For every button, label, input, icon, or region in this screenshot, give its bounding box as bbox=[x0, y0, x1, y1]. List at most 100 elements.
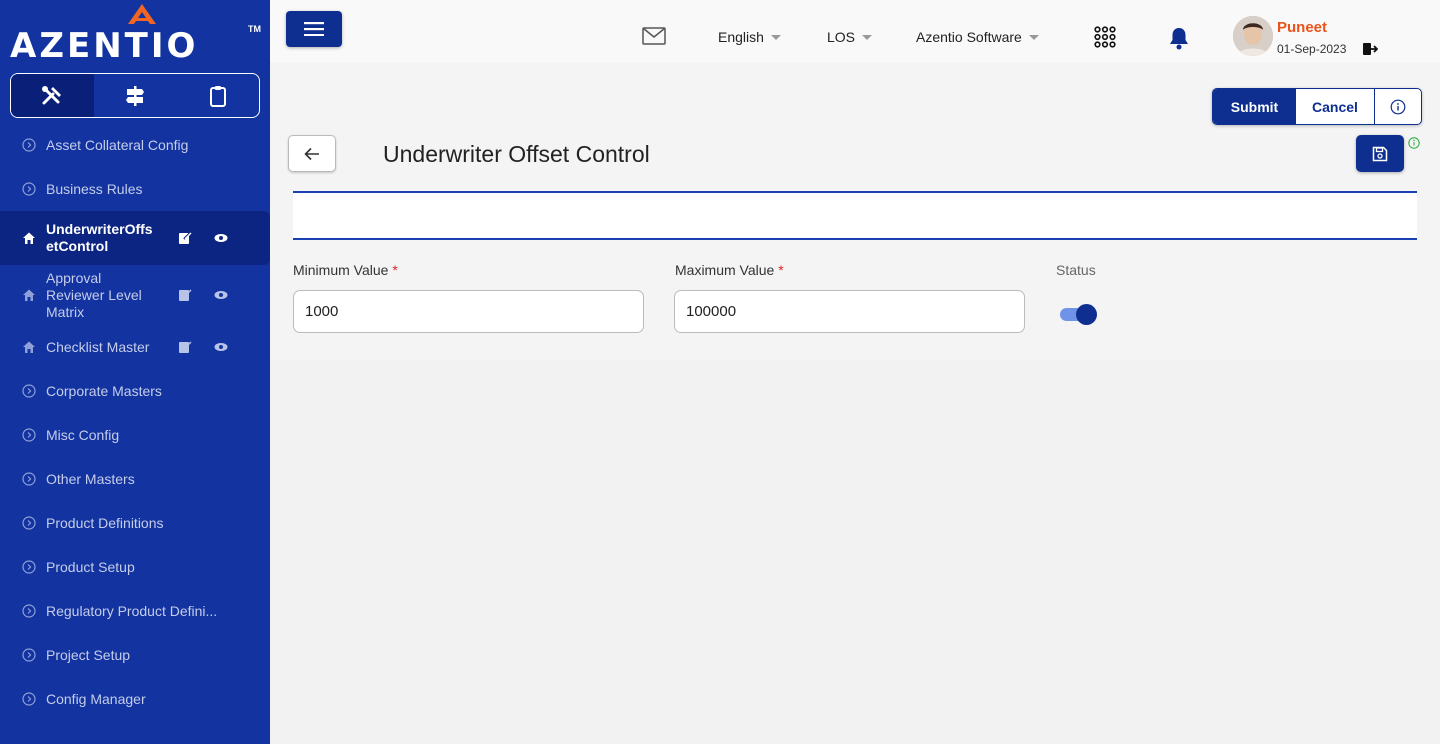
info-icon bbox=[1390, 99, 1406, 114]
chevron-circle-icon bbox=[22, 472, 36, 486]
minimum-value-label-text: Minimum Value bbox=[293, 262, 389, 278]
chevron-circle-icon bbox=[22, 182, 36, 196]
avatar[interactable] bbox=[1233, 16, 1273, 56]
tab-signpost[interactable] bbox=[94, 74, 177, 117]
maximum-value-label: Maximum Value * bbox=[675, 262, 784, 278]
brand-tm: TM bbox=[248, 24, 261, 34]
menu-toggle-button[interactable] bbox=[286, 11, 342, 47]
sidebar-item-label: Asset Collateral Config bbox=[46, 136, 189, 153]
sidebar-item-corporate-masters[interactable]: Corporate Masters bbox=[0, 369, 270, 413]
module-value: LOS bbox=[827, 29, 856, 45]
clipboard-icon bbox=[209, 85, 226, 107]
chevron-circle-icon bbox=[22, 516, 36, 530]
back-button[interactable] bbox=[288, 135, 336, 172]
view-icon[interactable] bbox=[214, 340, 228, 354]
top-header: English LOS Azentio Software Puneet 01-S… bbox=[270, 0, 1440, 62]
sidebar-item-misc-config[interactable]: Misc Config bbox=[0, 413, 270, 457]
chevron-circle-icon bbox=[22, 138, 36, 152]
edit-icon[interactable] bbox=[178, 340, 192, 354]
sidebar-item-other-masters[interactable]: Other Masters bbox=[0, 457, 270, 501]
save-button[interactable] bbox=[1356, 135, 1404, 172]
chevron-circle-icon bbox=[22, 560, 36, 574]
save-icon bbox=[1372, 146, 1388, 161]
sidebar-item-label: Project Setup bbox=[46, 646, 131, 663]
chevron-circle-icon bbox=[22, 384, 36, 398]
info-icon[interactable] bbox=[1408, 137, 1420, 149]
item-actions bbox=[178, 340, 228, 354]
sidebar-item-label: Product Setup bbox=[46, 558, 135, 575]
minimum-value-label: Minimum Value * bbox=[293, 262, 398, 278]
chevron-circle-icon bbox=[22, 604, 36, 618]
sidebar-item-label: Product Definitions bbox=[46, 514, 164, 531]
sidebar-item-config-manager[interactable]: Config Manager bbox=[0, 677, 270, 721]
sidebar-item-label: Misc Config bbox=[46, 426, 120, 443]
edit-icon[interactable] bbox=[178, 288, 192, 302]
required-mark: * bbox=[778, 262, 784, 278]
module-dropdown[interactable]: LOS bbox=[827, 29, 873, 45]
sidebar-mode-tabs bbox=[10, 73, 260, 118]
sidebar-nav: Asset Collateral Config Business Rules U… bbox=[0, 123, 270, 721]
sidebar-item-product-setup[interactable]: Product Setup bbox=[0, 545, 270, 589]
form-action-group: Submit Cancel bbox=[1212, 88, 1422, 125]
tab-clipboard[interactable] bbox=[176, 74, 259, 117]
sidebar-item-underwriter-offset-control[interactable]: UnderwriterOffsetControl bbox=[0, 211, 270, 265]
view-icon[interactable] bbox=[214, 231, 228, 245]
sidebar-item-label: Corporate Masters bbox=[46, 382, 162, 399]
logout-icon[interactable] bbox=[1362, 41, 1378, 57]
sidebar-item-label: Regulatory Product Defini... bbox=[46, 602, 218, 619]
sidebar-item-project-setup[interactable]: Project Setup bbox=[0, 633, 270, 677]
sidebar-item-business-rules[interactable]: Business Rules bbox=[0, 167, 270, 211]
chevron-circle-icon bbox=[22, 692, 36, 706]
user-photo-icon bbox=[1233, 16, 1273, 56]
language-dropdown[interactable]: English bbox=[718, 29, 781, 45]
language-value: English bbox=[718, 29, 764, 45]
tab-tools[interactable] bbox=[11, 74, 94, 117]
sidebar-item-regulatory-product-definitions[interactable]: Regulatory Product Defini... bbox=[0, 589, 270, 633]
tools-icon bbox=[42, 85, 62, 104]
page-title: Underwriter Offset Control bbox=[383, 141, 650, 167]
sidebar-item-label: Business Rules bbox=[46, 180, 143, 197]
section-tab-strip bbox=[293, 191, 1417, 240]
arrow-left-icon bbox=[304, 147, 319, 160]
azentio-logo: AZENTIO TM bbox=[10, 4, 265, 66]
chevron-circle-icon bbox=[22, 428, 36, 442]
home-icon bbox=[22, 231, 36, 245]
empty-content-area bbox=[270, 360, 1440, 744]
sidebar-item-product-definitions[interactable]: Product Definitions bbox=[0, 501, 270, 545]
edit-icon[interactable] bbox=[178, 231, 192, 245]
sidebar-item-label: Config Manager bbox=[46, 690, 146, 707]
submit-button[interactable]: Submit bbox=[1213, 89, 1296, 124]
company-dropdown[interactable]: Azentio Software bbox=[916, 29, 1039, 45]
sidebar-item-approval-reviewer-level-matrix[interactable]: Approval Reviewer Level Matrix bbox=[0, 265, 270, 325]
home-icon bbox=[22, 340, 36, 354]
status-label: Status bbox=[1056, 262, 1096, 278]
apps-grid-icon[interactable] bbox=[1094, 26, 1116, 48]
caret-down-icon bbox=[1028, 34, 1039, 40]
signpost-icon bbox=[126, 85, 144, 106]
logo-mark-icon bbox=[128, 4, 156, 24]
brand-name: AZENTIO bbox=[10, 26, 199, 66]
info-button[interactable] bbox=[1375, 89, 1421, 124]
cancel-button[interactable]: Cancel bbox=[1296, 89, 1375, 124]
notification-bell-icon[interactable] bbox=[1168, 26, 1190, 50]
maximum-value-label-text: Maximum Value bbox=[675, 262, 775, 278]
item-actions bbox=[178, 231, 228, 245]
mail-icon[interactable] bbox=[642, 27, 666, 45]
sidebar-item-checklist-master[interactable]: Checklist Master bbox=[0, 325, 270, 369]
minimum-value-input[interactable] bbox=[293, 290, 644, 333]
maximum-value-input[interactable] bbox=[674, 290, 1025, 333]
toggle-knob bbox=[1076, 304, 1097, 325]
user-name: Puneet bbox=[1277, 19, 1328, 36]
sidebar-item-label: Checklist Master bbox=[46, 338, 150, 355]
required-mark: * bbox=[392, 262, 398, 278]
caret-down-icon bbox=[770, 34, 781, 40]
sidebar-item-asset-collateral-config[interactable]: Asset Collateral Config bbox=[0, 123, 270, 167]
hamburger-icon bbox=[304, 22, 324, 36]
home-icon bbox=[22, 288, 36, 302]
company-value: Azentio Software bbox=[916, 29, 1022, 45]
sidebar-item-label: UnderwriterOffsetControl bbox=[46, 221, 153, 254]
status-toggle[interactable] bbox=[1060, 303, 1098, 325]
view-icon[interactable] bbox=[214, 288, 228, 302]
sidebar: AZENTIO TM Asset Collateral Config Busin… bbox=[0, 0, 270, 744]
caret-down-icon bbox=[862, 34, 873, 40]
